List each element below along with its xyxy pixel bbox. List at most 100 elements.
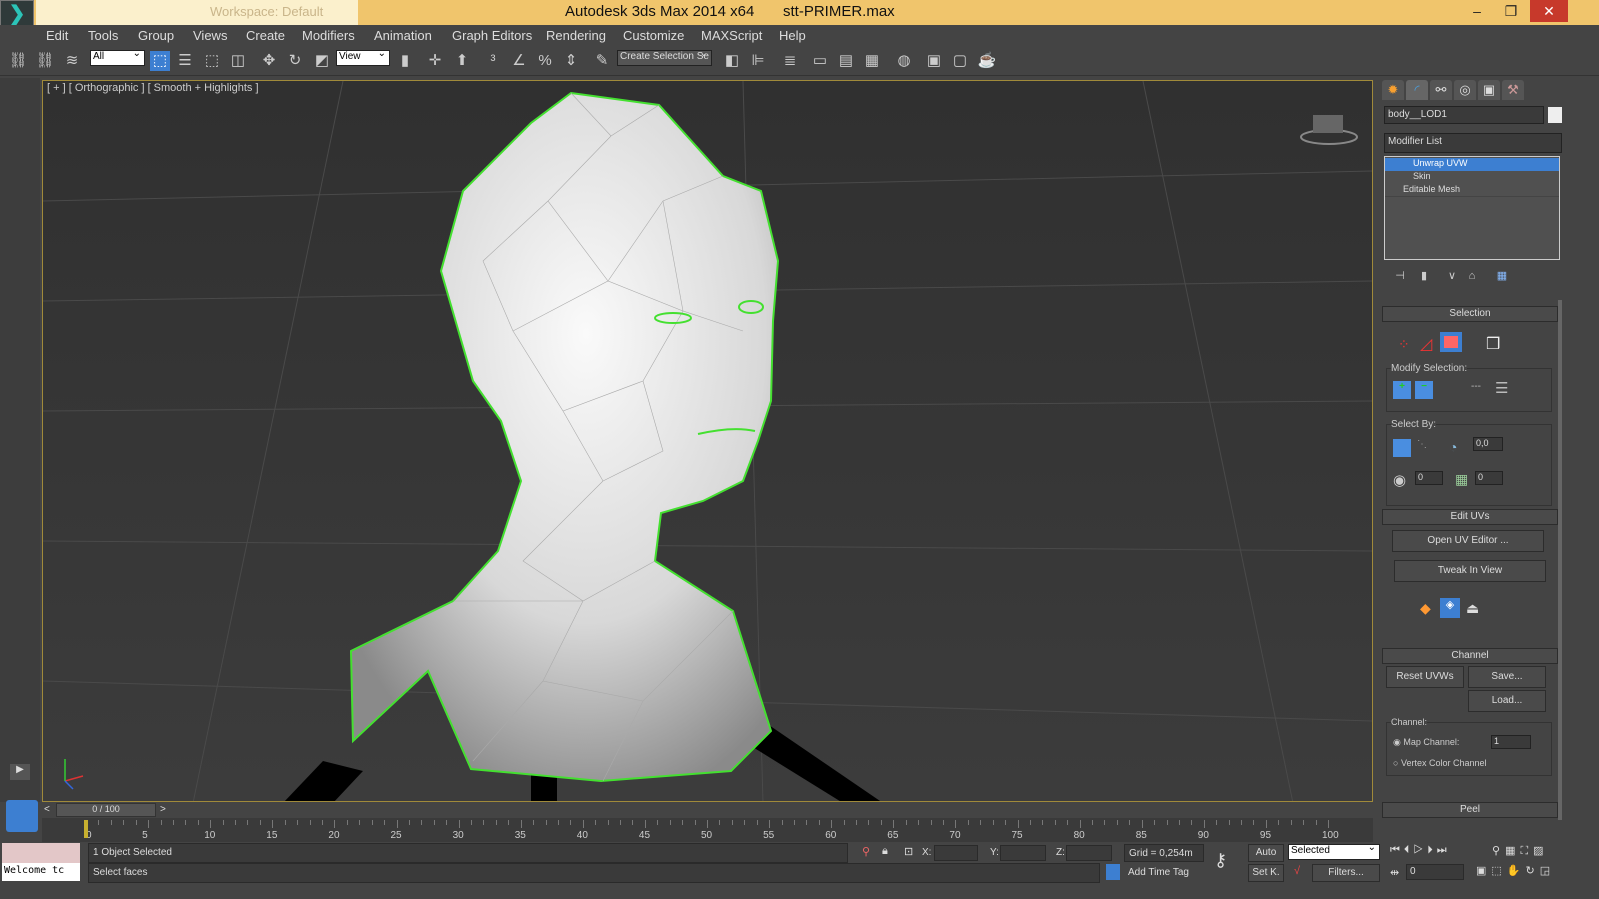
select-by-sg-icon[interactable]: ◉	[1393, 471, 1406, 489]
prev-frame-button[interactable]: <	[44, 804, 50, 815]
snaps-icon[interactable]: ³	[483, 51, 503, 71]
material-editor-icon[interactable]: ◍	[894, 51, 914, 71]
select-by-element-icon[interactable]	[1393, 439, 1411, 457]
zoom-all-icon[interactable]: ▦	[1505, 845, 1520, 857]
menu-animation[interactable]: Animation	[374, 28, 432, 43]
curve-icon[interactable]: √	[1294, 865, 1300, 877]
vertex-color-radio[interactable]: ○ Vertex Color Channel	[1393, 758, 1487, 768]
menu-tools[interactable]: Tools	[88, 28, 118, 43]
zoom-extents-all-icon[interactable]: ▨	[1533, 845, 1548, 857]
set-key-icon[interactable]: ⚷	[1214, 850, 1227, 871]
auto-key-button[interactable]: Auto	[1248, 844, 1284, 862]
play-animation-icon[interactable]: ▷	[1413, 844, 1427, 856]
set-key-button[interactable]: Set K.	[1248, 864, 1284, 882]
curve-editor-icon[interactable]: ▤	[836, 51, 856, 71]
modifier-list-dropdown[interactable]: Modifier List	[1384, 133, 1562, 153]
ref-coord-dropdown[interactable]: View	[336, 48, 390, 66]
quick-planar-icon[interactable]: ◈	[1440, 598, 1460, 618]
align-uv-icon[interactable]: ⏏	[1466, 600, 1479, 617]
mini-listener-icon[interactable]	[6, 800, 38, 832]
selection-filter-dropdown[interactable]: All	[90, 48, 145, 66]
unlink-icon[interactable]: ⛓	[35, 51, 55, 71]
named-selection-dropdown[interactable]: Create Selection Se	[617, 48, 712, 66]
display-icon[interactable]: ▣	[1478, 80, 1500, 100]
menu-views[interactable]: Views	[193, 28, 227, 43]
ring-icon[interactable]: ☰	[1495, 379, 1508, 397]
time-slider-thumb[interactable]: 0 / 100	[56, 803, 156, 817]
x-coordinate-field[interactable]	[934, 845, 978, 861]
render-setup-icon[interactable]: ▣	[924, 51, 944, 71]
workspace-dropdown[interactable]: Workspace: Default	[210, 4, 323, 19]
time-slider[interactable]: < 0 / 100 >	[42, 802, 1373, 818]
load-uvs-button[interactable]: Load...	[1468, 690, 1546, 712]
grow-selection-icon[interactable]: +	[1393, 381, 1411, 399]
go-to-start-icon[interactable]: ⏮	[1390, 844, 1404, 856]
shrink-selection-icon[interactable]: −	[1415, 381, 1433, 399]
menu-group[interactable]: Group	[138, 28, 174, 43]
stack-item-skin[interactable]: Skin	[1385, 171, 1559, 184]
play-icon[interactable]: ▶	[10, 764, 30, 780]
selection-lock-icon[interactable]: 🔒︎	[882, 845, 888, 858]
map-channel-radio[interactable]: ◉ Map Channel:	[1393, 737, 1459, 748]
menu-maxscript[interactable]: MAXScript	[701, 28, 762, 43]
make-unique-icon[interactable]: ∨	[1442, 266, 1462, 286]
rollout-selection[interactable]: Selection	[1382, 306, 1558, 322]
element-mode-icon[interactable]: ❒	[1486, 334, 1500, 354]
absolute-mode-icon[interactable]: ⊡	[904, 845, 913, 858]
object-color-swatch[interactable]	[1548, 107, 1562, 123]
create-icon[interactable]: ✹	[1382, 80, 1404, 100]
z-coordinate-field[interactable]	[1066, 845, 1112, 861]
select-by-edge-icon[interactable]: ⋱	[1417, 439, 1427, 450]
edit-named-sets-icon[interactable]: ✎	[592, 51, 612, 71]
zoom-extents-icon[interactable]: ⛶	[1520, 845, 1533, 857]
close-button[interactable]: ✕	[1530, 0, 1568, 22]
motion-icon[interactable]: ◎	[1454, 80, 1476, 100]
vertex-mode-icon[interactable]: ⁘	[1398, 336, 1410, 353]
move-icon[interactable]: ✥	[259, 51, 279, 71]
render-icon[interactable]: ☕	[977, 51, 997, 71]
key-filters-button[interactable]: Filters...	[1312, 864, 1380, 882]
select-object-icon[interactable]: ⬚	[150, 51, 170, 71]
maxscript-listener[interactable]	[2, 843, 80, 863]
track-bar[interactable]: 0 5 10 15 20 25 30 35 40 45 50 55 60 65 70 75 80 85 90 95 10…	[42, 818, 1373, 842]
save-uvs-button[interactable]: Save...	[1468, 666, 1546, 688]
mirror-icon[interactable]: ◧	[722, 51, 742, 71]
select-by-name-icon[interactable]: ☰	[175, 51, 195, 71]
menu-rendering[interactable]: Rendering	[546, 28, 606, 43]
stack-item-editable-mesh[interactable]: Editable Mesh	[1385, 184, 1559, 197]
rollout-peel[interactable]: Peel	[1382, 802, 1558, 818]
face-mode-icon[interactable]	[1440, 332, 1462, 352]
rendered-frame-icon[interactable]: ▢	[950, 51, 970, 71]
spinner-snap-icon[interactable]: ⇕	[561, 51, 581, 71]
isolate-icon[interactable]: ⚲	[862, 845, 870, 858]
pivot-icon[interactable]: ▮	[395, 51, 415, 71]
stack-item-unwrap-uvw[interactable]: Unwrap UVW	[1385, 158, 1559, 171]
bind-spacewarp-icon[interactable]: ≋	[62, 51, 82, 71]
quick-map-icon[interactable]: ◆	[1420, 600, 1431, 617]
layer-manager-icon[interactable]: ≣	[780, 51, 800, 71]
menu-edit[interactable]: Edit	[46, 28, 68, 43]
edge-mode-icon[interactable]: ◿	[1420, 334, 1432, 354]
rect-selection-icon[interactable]: ⬚	[202, 51, 222, 71]
maximize-viewport-icon[interactable]: ◲	[1540, 865, 1555, 877]
planar-angle-icon[interactable]: ◔	[1449, 439, 1457, 455]
map-channel-spinner[interactable]: 1	[1491, 735, 1531, 749]
configure-sets-icon[interactable]: ▦	[1492, 266, 1512, 286]
rollout-channel[interactable]: Channel	[1382, 648, 1558, 664]
maximize-button[interactable]: ❐	[1494, 0, 1528, 22]
modify-icon[interactable]: ◜	[1406, 80, 1428, 100]
app-menu-button[interactable]: ❯	[0, 0, 34, 28]
open-uv-editor-button[interactable]: Open UV Editor ...	[1392, 530, 1544, 552]
rotate-icon[interactable]: ↻	[285, 51, 305, 71]
hierarchy-icon[interactable]: ⚯	[1430, 80, 1452, 100]
go-to-end-icon[interactable]: ⏭	[1437, 844, 1451, 856]
tweak-in-view-button[interactable]: Tweak In View	[1394, 560, 1546, 582]
key-filter-dropdown[interactable]: Selected	[1288, 842, 1380, 860]
schematic-view-icon[interactable]: ▦	[862, 51, 882, 71]
current-frame-field[interactable]: 0	[1406, 864, 1464, 880]
add-time-tag[interactable]: Add Time Tag	[1128, 867, 1189, 878]
align-icon[interactable]: ⊫	[748, 51, 768, 71]
viewport-orthographic[interactable]: [ + ] [ Orthographic ] [ Smooth + Highli…	[42, 80, 1373, 802]
region-zoom-icon[interactable]: ⬚	[1491, 865, 1506, 877]
key-mode-icon[interactable]: ⇹	[1390, 866, 1399, 879]
